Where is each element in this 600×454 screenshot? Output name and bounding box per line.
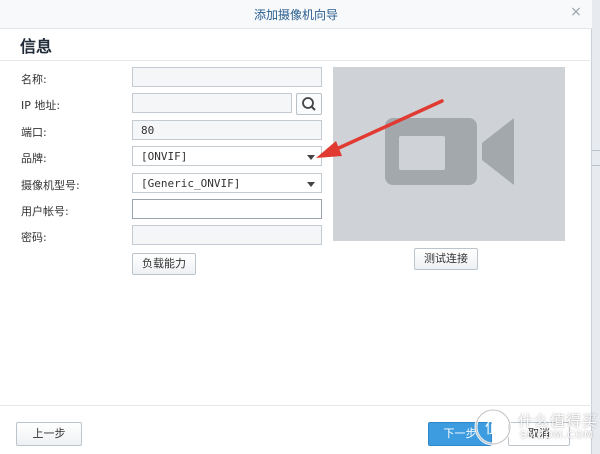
watermark-subtext: SMZDM.COM — [520, 430, 594, 441]
annotation-arrow — [316, 99, 444, 158]
add-camera-wizard-dialog: 添加摄像机向导 × 信息 名称: IP 地址: 端口: 80 品牌: [ONVI… — [0, 0, 592, 454]
window-edge — [592, 0, 600, 454]
svg-text:值: 值 — [485, 418, 501, 437]
watermark-text: 什么值得买 — [518, 412, 599, 430]
window-edge-mark — [592, 150, 600, 166]
